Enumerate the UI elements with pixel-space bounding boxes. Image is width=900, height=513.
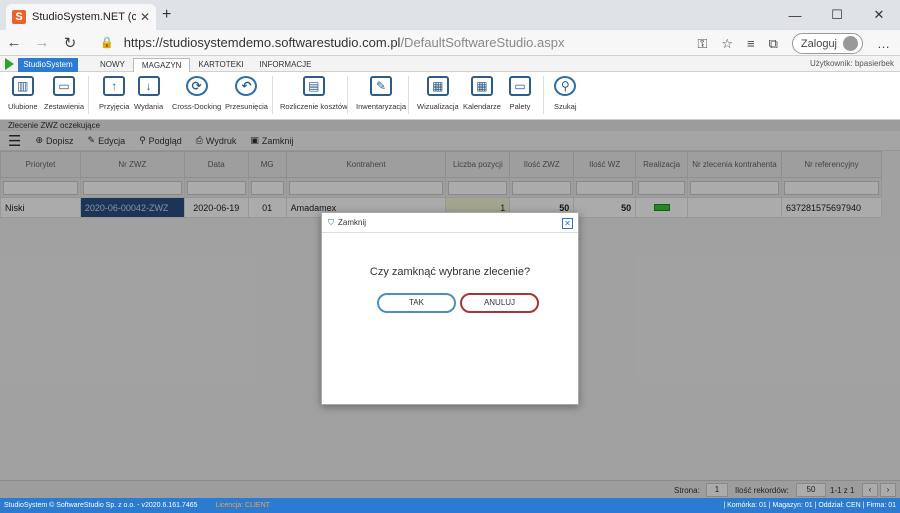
issue-out-icon: ↓ [137,76,160,96]
collections-icon[interactable]: ⧉ [769,36,778,52]
ribbon-cross-docking[interactable]: ⟳ Cross-Docking [172,76,221,111]
avatar [843,36,858,51]
ribbon-label: Palety [509,102,531,111]
cancel-button[interactable]: ANULUJ [460,293,539,313]
ribbon-label: Inwentaryzacja [356,102,407,111]
ribbon-zestawienia[interactable]: ▭ Zestawienia [44,76,84,111]
warehouse-icon: ▦ [426,76,449,96]
ribbon-separator [347,76,348,114]
login-label: Zaloguj [800,37,837,50]
favorite-star-icon[interactable]: ☆ [721,36,733,52]
address-actions: ⚿ ☆ ≡ ⧉ Zaloguj … [697,33,890,54]
ribbon-kalendarze[interactable]: ▦ Kalendarze [463,76,501,111]
close-order-dialog: ⛉ Zamknij ✕ Czy zamknąć wybrane zlecenie… [321,212,579,405]
back-button[interactable]: ← [0,34,28,51]
receipt-in-icon: ↑ [103,76,126,96]
close-window-button[interactable]: ✕ [858,0,900,30]
ribbon-label: Ulubione [8,102,38,111]
ribbon-label: Zestawienia [44,102,85,111]
studio-favicon-icon: S [12,10,26,24]
menu-magazyn[interactable]: MAGAZYN [132,58,191,72]
ribbon: ▥ Ulubione ▭ Zestawienia ↑ Przyjęcia ↓ Wydan… [0,72,900,120]
ribbon-label: Rozliczenie kosztów [280,102,348,111]
user-label: Użytkownik: bpasierbek [809,59,894,68]
browser-tab[interactable]: S StudioSystem.NET (c) SoftwareSt ✕ [6,4,156,30]
status-license: Licencja: CLIENT [215,502,270,509]
close-tab-icon[interactable]: ✕ [140,10,150,24]
address-bar: ← → ↻ 🔒 https://studiosystemdemo.softwar… [0,30,900,56]
ribbon-label: Cross-Docking [172,102,222,111]
window-controls: — ☐ ✕ [774,0,900,30]
menu-nowy[interactable]: NOWY [92,58,133,72]
lock-icon: 🔒 [100,37,114,49]
cost-icon: ▤ [302,76,325,96]
refresh-icon: ⟳ [185,76,208,96]
more-menu-icon[interactable]: … [877,36,890,51]
forward-button[interactable]: → [28,34,56,51]
edit-doc-icon: ✎ [370,76,393,96]
menu-items: NOWY MAGAZYN KARTOTEKI INFORMACJE [92,58,320,72]
undo-icon: ↶ [235,76,258,96]
ribbon-przesuniecia[interactable]: ↶ Przesunięcia [225,76,268,111]
refresh-button[interactable]: ↻ [56,34,84,52]
status-location: | Komórka: 01 | Magazyn: 01 | Oddział: C… [723,502,896,509]
status-version: StudioSystem © SoftwareStudio Sp. z o.o.… [4,502,198,509]
app-menubar: StudioSystem NOWY MAGAZYN KARTOTEKI INFO… [0,56,900,72]
ribbon-inwentaryzacja[interactable]: ✎ Inwentaryzacja [356,76,406,111]
ribbon-label: Kalendarze [463,102,501,111]
key-icon[interactable]: ⚿ [697,36,707,52]
status-bar: StudioSystem © SoftwareStudio Sp. z o.o.… [0,498,900,513]
ribbon-label: Wydania [134,102,164,111]
profile-button[interactable]: Zaloguj [791,33,863,54]
calendar-icon: ▦ [470,76,493,96]
menu-informacje[interactable]: INFORMACJE [252,58,320,72]
dialog-question: Czy zamknąć wybrane zlecenie? [369,266,531,278]
menu-kartoteki[interactable]: KARTOTEKI [190,58,251,72]
pallet-icon: ▭ [509,76,531,96]
ribbon-separator [408,76,409,114]
ribbon-separator [543,76,544,114]
minimize-button[interactable]: — [774,0,816,30]
ribbon-przyjecia[interactable]: ↑ Przyjęcia [99,76,129,111]
ribbon-label: Szukaj [554,102,577,111]
ribbon-szukaj[interactable]: ⚲ Szukaj [554,76,577,111]
yes-button[interactable]: TAK [377,293,456,313]
dialog-title: Zamknij [338,218,367,227]
dialog-header: ⛉ Zamknij [322,213,578,233]
ribbon-wydania[interactable]: ↓ Wydania [134,76,163,111]
search-icon: ⚲ [554,76,577,96]
ribbon-label: Przesunięcia [225,102,268,111]
studio-system-tab[interactable]: StudioSystem [18,58,78,72]
ribbon-ulubione[interactable]: ▥ Ulubione [8,76,38,111]
browser-tab-title: StudioSystem.NET (c) SoftwareSt [32,11,136,23]
favorites-list-icon[interactable]: ≡ [747,36,755,51]
url-path: /DefaultSoftwareStudio.aspx [400,35,565,50]
url-field[interactable]: 🔒 https://studiosystemdemo.softwarestudi… [100,35,564,50]
dialog-close-icon[interactable]: ✕ [562,218,573,229]
ribbon-palety[interactable]: ▭ Palety [509,76,531,111]
favorites-icon: ▥ [11,76,34,96]
ribbon-label: Wizualizacja [417,102,459,111]
dialog-doc-icon: ⛉ [328,217,334,227]
folder-icon: ▭ [53,76,76,96]
ribbon-wizualizacja[interactable]: ▦ Wizualizacja [417,76,459,111]
ribbon-label: Przyjęcia [99,102,130,111]
maximize-button[interactable]: ☐ [816,0,858,30]
url-host: https://studiosystemdemo.softwarestudio.… [123,35,401,50]
ribbon-separator [272,76,273,114]
new-tab-button[interactable]: + [162,6,171,24]
ribbon-separator [88,76,89,114]
ribbon-rozliczenie[interactable]: ▤ Rozliczenie kosztów [280,76,348,111]
play-icon[interactable] [5,58,14,70]
browser-tabstrip: S StudioSystem.NET (c) SoftwareSt ✕ + — … [0,0,900,30]
